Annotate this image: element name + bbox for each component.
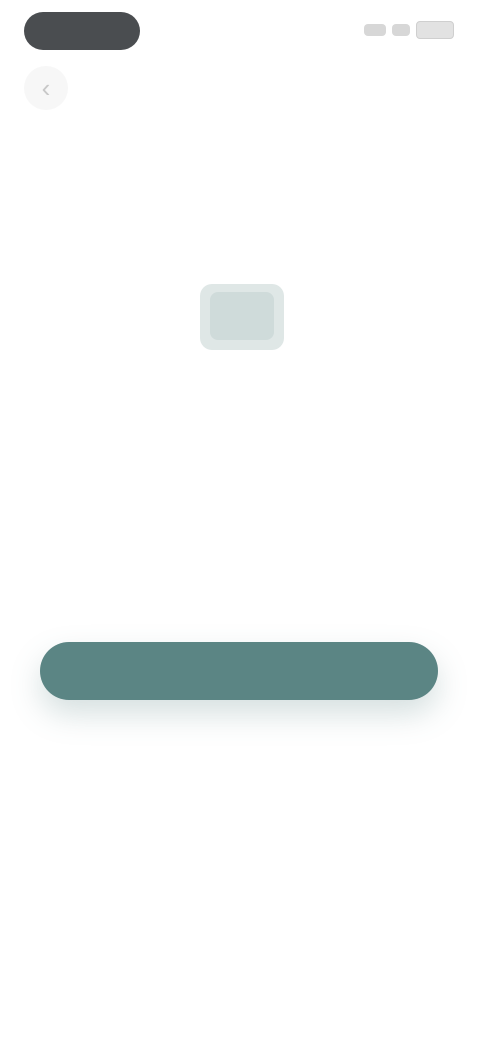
back-button[interactable]: ‹: [24, 66, 68, 110]
chevron-left-icon: ‹: [41, 72, 51, 103]
wallet-icon: [200, 284, 284, 350]
status-pill: [24, 12, 140, 50]
status-icons: [346, 18, 454, 42]
wallet-icon-inner: [210, 292, 274, 340]
battery-icon: [416, 21, 454, 39]
wifi-icon: [392, 24, 410, 36]
primary-action-button[interactable]: [40, 642, 438, 700]
signal-icon: [364, 24, 386, 36]
